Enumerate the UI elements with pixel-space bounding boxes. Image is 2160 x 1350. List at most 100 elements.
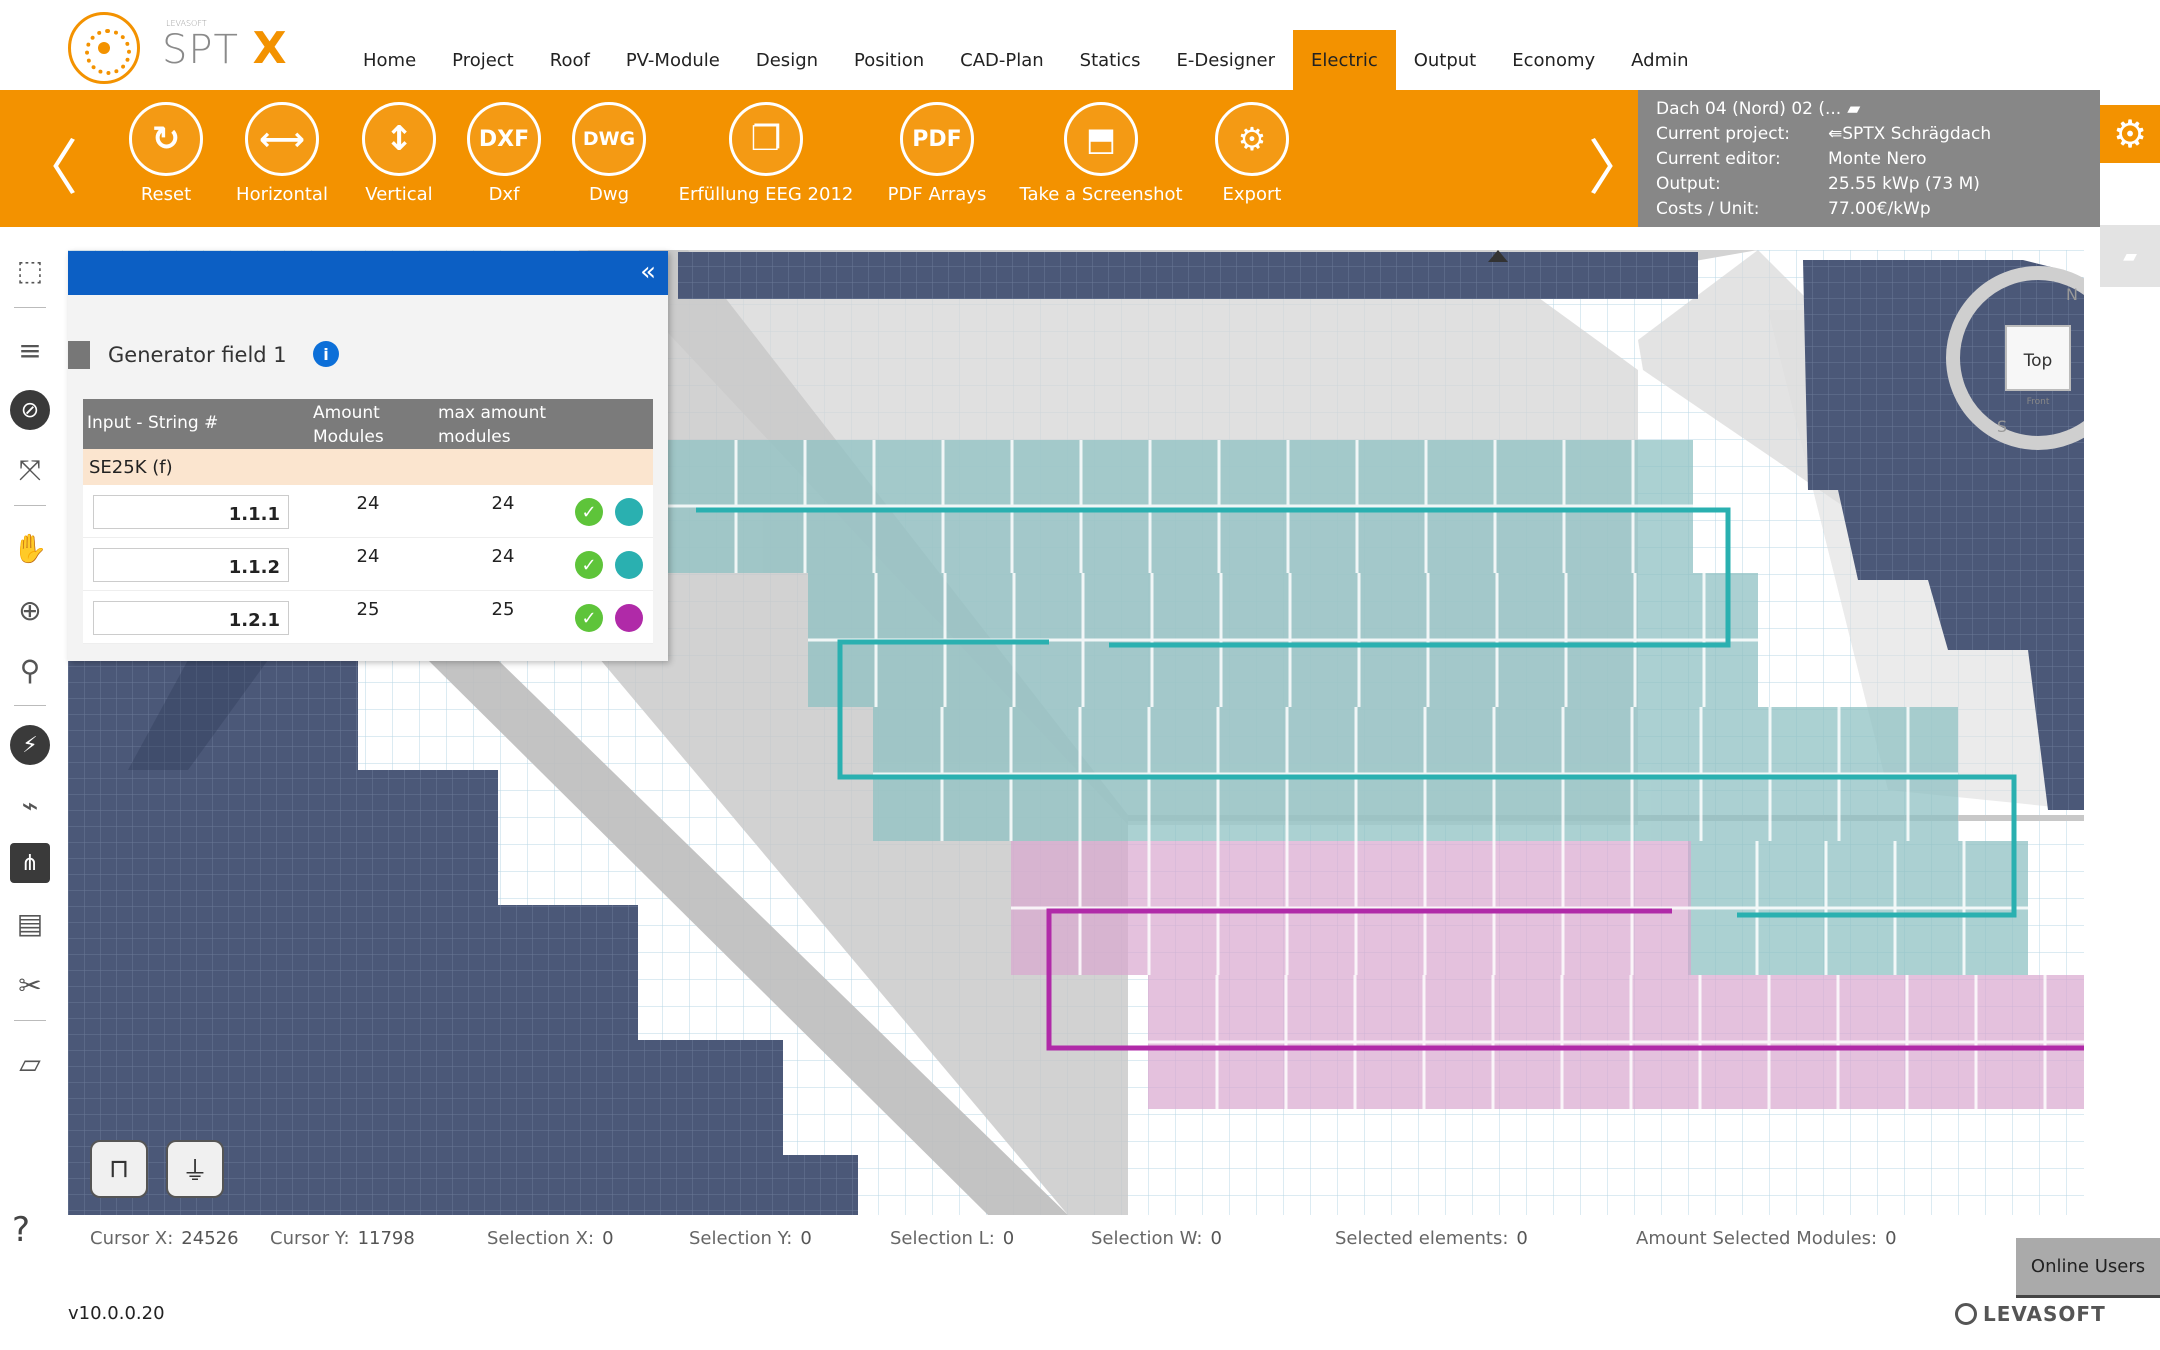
share-nodes-icon[interactable]: ⋔	[10, 843, 50, 883]
status-selected-modules: Amount Selected Modules: 0	[1636, 1228, 1897, 1249]
screenshot-icon: ⬒	[1064, 102, 1138, 176]
logo-spt: SPT	[162, 26, 239, 73]
table-row[interactable]: 1.2.1 25 25 ✓	[83, 591, 653, 644]
top-bar: LEVASOFT SPT X Home Project Roof PV-Modu…	[0, 0, 2160, 90]
compass-top-label: Top	[2023, 351, 2053, 371]
settings-gear-icon[interactable]: ⚙	[2100, 105, 2160, 163]
max-amount-modules: 24	[491, 493, 515, 514]
nav-position[interactable]: Position	[836, 30, 942, 90]
amount-modules: 24	[356, 546, 380, 567]
table-row[interactable]: 1.1.1 24 24 ✓	[83, 485, 653, 538]
max-amount-modules: 25	[491, 599, 515, 620]
export-label: Export	[1222, 184, 1282, 205]
dwg-label: Dwg	[588, 184, 629, 205]
dwg-button[interactable]: DWG Dwg	[534, 102, 684, 205]
sun-logo-icon	[68, 12, 140, 84]
field-color-swatch	[68, 341, 90, 369]
nav-statics[interactable]: Statics	[1062, 30, 1159, 90]
roof-name[interactable]: Dach 04 (Nord) 02 (... ▰	[1656, 96, 2100, 121]
info-icon[interactable]: i	[313, 341, 339, 367]
status-selection-y: Selection Y: 0	[689, 1228, 812, 1249]
reset-globe-icon: ↻	[129, 102, 203, 176]
pdf-arrays-button[interactable]: PDF PDF Arrays	[862, 102, 1012, 205]
nav-home[interactable]: Home	[345, 30, 434, 90]
nav-design[interactable]: Design	[738, 30, 836, 90]
status-selection-w: Selection W: 0	[1091, 1228, 1222, 1249]
lightning-icon[interactable]: ⚡	[10, 725, 50, 765]
col-amount-line1: Amount	[313, 403, 380, 423]
compass-n-label: N	[2066, 285, 2078, 304]
tool-rail: ⬚ ≡ ⊘ ⤧ ✋ ⊕ ⚲ ⚡ ⌁ ⋔ ▤ ✂ ▱	[0, 245, 60, 1260]
panel-header: «	[68, 251, 668, 295]
online-users-button[interactable]: Online Users	[2016, 1238, 2160, 1298]
status-selected-elements: Selected elements: 0	[1335, 1228, 1528, 1249]
collapse-icon[interactable]: «	[640, 257, 656, 287]
main-nav: Home Project Roof PV-Module Design Posit…	[345, 30, 1707, 90]
screenshot-button[interactable]: ⬒ Take a Screenshot	[1001, 102, 1201, 205]
nav-electric[interactable]: Electric	[1293, 30, 1396, 90]
side-camera-icon[interactable]: ▰	[2100, 225, 2160, 287]
select-area-icon[interactable]: ⬚	[10, 250, 50, 290]
move-pointer-icon[interactable]: ⤧	[10, 450, 50, 490]
eraser-icon[interactable]: ▱	[10, 1043, 50, 1083]
dwg-file-icon: DWG	[572, 102, 646, 176]
table-row[interactable]: 1.1.2 24 24 ✓	[83, 538, 653, 591]
logo-text: LEVASOFT SPT X	[162, 19, 288, 74]
pdf-arrays-label: PDF Arrays	[887, 184, 987, 205]
nav-cad-plan[interactable]: CAD-Plan	[942, 30, 1062, 90]
compass-front-label: Front	[2027, 397, 2050, 407]
string-number-field[interactable]: 1.1.2	[93, 548, 289, 582]
export-button[interactable]: ⚙ Export	[1177, 102, 1327, 205]
screenshot-label: Take a Screenshot	[1019, 184, 1183, 205]
rotate-axis-icon[interactable]: ⊕	[10, 590, 50, 630]
string-number-field[interactable]: 1.1.1	[93, 495, 289, 529]
info-row-costs: Costs / Unit: 77.00€/kWp	[1656, 198, 1931, 219]
inverter-box-icon[interactable]: ▤	[10, 903, 50, 943]
levasoft-logo: LEVASOFT	[1955, 1302, 2106, 1326]
eeg-2012-label: Erfüllung EEG 2012	[678, 184, 854, 205]
generator-title: Generator field 1	[108, 343, 287, 367]
ground-icon[interactable]: ⏚	[166, 1140, 224, 1198]
status-cursor-x: Cursor X: 24526	[90, 1228, 239, 1249]
info-row-editor: Current editor: Monte Nero	[1656, 148, 1927, 169]
hand-pan-icon[interactable]: ✋	[10, 528, 50, 568]
string-number-field[interactable]: 1.2.1	[93, 601, 289, 635]
app-root: { "app": { "logo_text": "SPT", "logo_x":…	[0, 0, 2160, 1350]
string-color-dot[interactable]	[615, 551, 643, 579]
pdf-icon: PDF	[900, 102, 974, 176]
string-color-dot[interactable]	[615, 604, 643, 632]
menu-lines-icon[interactable]: ≡	[10, 330, 50, 370]
string-table: Input - String # Amount Modules max amou…	[83, 399, 653, 644]
nav-economy[interactable]: Economy	[1494, 30, 1613, 90]
no-move-icon[interactable]: ⊘	[10, 390, 50, 430]
check-icon: ✓	[575, 604, 603, 632]
chevron-left-icon[interactable]: 〈	[18, 120, 78, 207]
cable-route-icon[interactable]: ⊓	[90, 1140, 148, 1198]
help-icon[interactable]: ?	[12, 1210, 30, 1250]
check-icon: ✓	[575, 498, 603, 526]
generator-title-row: Generator field 1	[68, 339, 287, 371]
col-max-line2: modules	[438, 427, 511, 447]
cut-string-icon[interactable]: ✂	[10, 965, 50, 1005]
app-logo[interactable]: LEVASOFT SPT X	[68, 10, 288, 86]
nav-output[interactable]: Output	[1396, 30, 1495, 90]
zoom-icon[interactable]: ⚲	[10, 650, 50, 690]
nav-admin[interactable]: Admin	[1613, 30, 1706, 90]
string-color-dot[interactable]	[615, 498, 643, 526]
status-selection-l: Selection L: 0	[890, 1228, 1015, 1249]
logo-x: X	[252, 22, 288, 74]
table-header: Input - String # Amount Modules max amou…	[83, 399, 653, 449]
vertical-arrows-icon: ↕	[362, 102, 436, 176]
max-amount-modules: 24	[491, 546, 515, 567]
dxf-file-icon: DXF	[467, 102, 541, 176]
nav-pv-module[interactable]: PV-Module	[608, 30, 738, 90]
plug-icon[interactable]: ⌁	[10, 785, 50, 825]
eeg-2012-button[interactable]: ❐ Erfüllung EEG 2012	[666, 102, 866, 205]
nav-project[interactable]: Project	[434, 30, 532, 90]
horizontal-arrows-icon: ⟷	[245, 102, 319, 176]
info-row-output: Output: 25.55 kWp (73 M)	[1656, 173, 1980, 194]
electric-toolbar: 〈 ↻ Reset ⟷ Horizontal ↕ Vertical DXF Dx…	[0, 90, 1648, 227]
top-module-row	[678, 252, 1698, 299]
nav-roof[interactable]: Roof	[532, 30, 608, 90]
nav-e-designer[interactable]: E-Designer	[1159, 30, 1294, 90]
